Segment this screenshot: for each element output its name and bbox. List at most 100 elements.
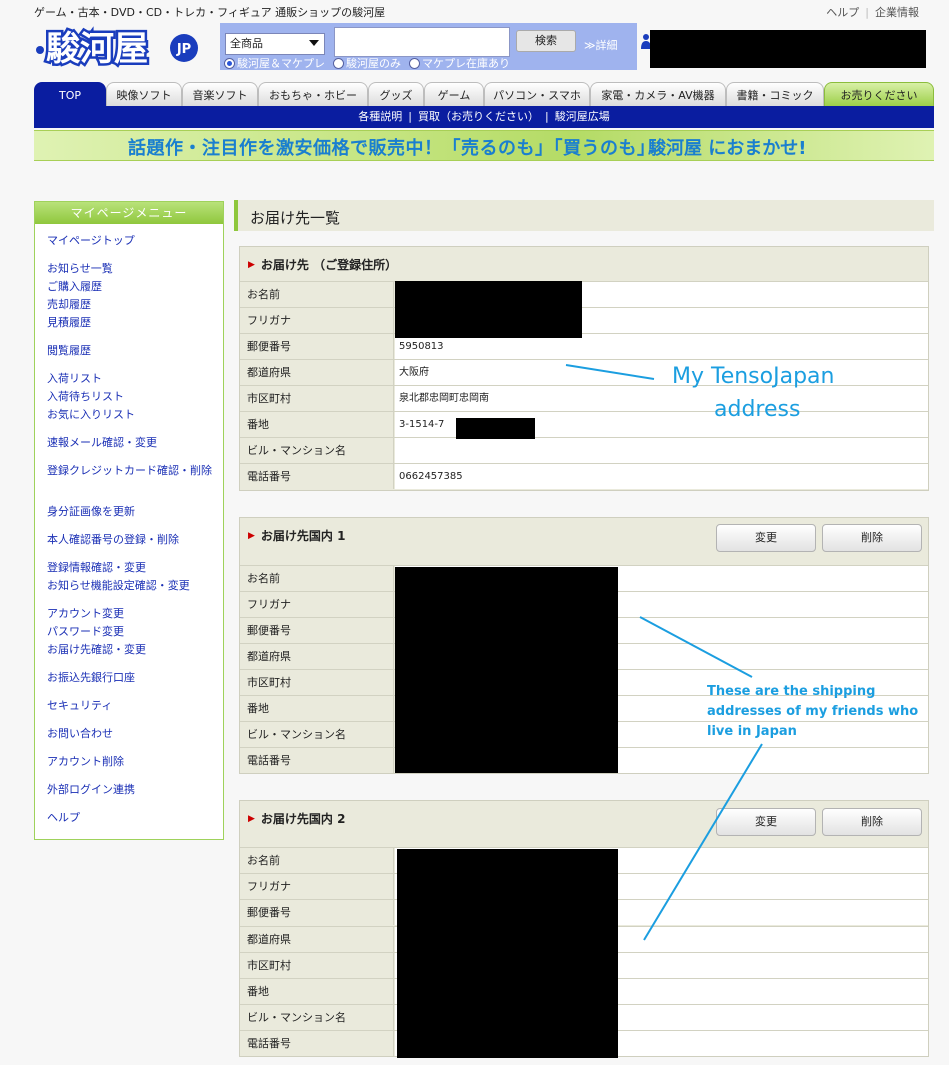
field-label: 市区町村: [240, 670, 394, 695]
field-label: フリガナ: [240, 308, 394, 333]
tab-books-comics[interactable]: 書籍・コミック: [726, 82, 824, 106]
field-label: 番地: [240, 979, 394, 1004]
sidebar-item-notices[interactable]: お知らせ一覧: [47, 262, 219, 275]
address-card-title: ▶ お届け先国内 2: [248, 812, 346, 826]
field-label: ビル・マンション名: [240, 1005, 394, 1030]
address-card-title: ▶ お届け先国内 1: [248, 529, 346, 543]
field-label: ビル・マンション名: [240, 438, 394, 463]
delete-address-button[interactable]: 削除: [822, 808, 922, 836]
redacted-address-2: [397, 849, 618, 1058]
triangle-bullet-icon: ▶: [248, 814, 255, 824]
tab-electronics[interactable]: 家電・カメラ・AV機器: [590, 82, 726, 106]
logo-suffix: JP: [176, 42, 191, 57]
promo-banner[interactable]: 話題作・注目作を激安価格で販売中！「売るのも」「買うのも」 駿河屋 におまかせ!: [34, 130, 934, 161]
sidebar-item-browse-history[interactable]: 閲覧履歴: [47, 344, 219, 357]
sidebar-item-password-change[interactable]: パスワード変更: [47, 625, 219, 638]
field-value: 大阪府: [395, 360, 928, 385]
mypage-sidebar: マイページメニュー マイページトップ お知らせ一覧 ご購入履歴 売却履歴 見積履…: [34, 201, 224, 840]
site-logo[interactable]: 駿河屋 JP: [34, 24, 200, 68]
help-link[interactable]: ヘルプ: [826, 6, 859, 19]
redacted-name: [395, 281, 582, 338]
field-value: 0662457385: [395, 464, 928, 489]
subnav-buyback[interactable]: 買取（お売りください）: [418, 110, 539, 123]
banner-brand: 駿河屋 におまかせ!: [648, 138, 807, 159]
tab-video[interactable]: 映像ソフト: [106, 82, 182, 106]
field-label: お名前: [240, 282, 394, 307]
sidebar-item-identity-number[interactable]: 本人確認番号の登録・削除: [47, 533, 219, 546]
field-label: お名前: [240, 566, 394, 591]
sidebar-item-external-login[interactable]: 外部ログイン連携: [47, 783, 219, 796]
sidebar-item-help[interactable]: ヘルプ: [47, 811, 219, 824]
field-label: 郵便番号: [240, 334, 394, 359]
sidebar-item-bank-account[interactable]: お振込先銀行口座: [47, 671, 219, 684]
field-label: 電話番号: [240, 748, 394, 773]
field-label: 市区町村: [240, 386, 394, 411]
sub-navigation: 各種説明 | 買取（お売りください） | 駿河屋広場: [34, 106, 934, 128]
sidebar-item-security[interactable]: セキュリティ: [47, 699, 219, 712]
category-select[interactable]: 全商品: [225, 33, 325, 55]
redacted-address-1: [395, 567, 618, 773]
tab-game[interactable]: ゲーム: [424, 82, 484, 106]
radio-checked-icon: [224, 57, 235, 69]
radio-unchecked-icon: [409, 57, 420, 69]
tab-top[interactable]: TOP: [34, 82, 106, 106]
sidebar-item-mypage-top[interactable]: マイページトップ: [47, 234, 219, 247]
field-label: 番地: [240, 412, 394, 437]
sidebar-item-credit-card[interactable]: 登録クレジットカード確認・削除: [47, 464, 219, 477]
radio-surugaya-only[interactable]: 駿河屋のみ: [333, 55, 401, 71]
sidebar-item-purchase-history[interactable]: ご購入履歴: [47, 280, 219, 293]
tab-sell[interactable]: お売りください: [824, 82, 934, 106]
annotation-friends-line3: live in Japan: [707, 724, 797, 739]
sidebar-item-contact[interactable]: お問い合わせ: [47, 727, 219, 740]
sidebar-item-account-change[interactable]: アカウント変更: [47, 607, 219, 620]
field-label: 電話番号: [240, 1031, 394, 1056]
search-button[interactable]: 検索: [516, 30, 576, 52]
tab-toys-hobby[interactable]: おもちゃ・ホビー: [258, 82, 368, 106]
address-card-domestic-2: ▶ お届け先国内 2 変更 削除 お名前 フリガナ 郵便番号 都道府県 市区町村 …: [239, 800, 929, 1058]
sidebar-item-sale-history[interactable]: 売却履歴: [47, 298, 219, 311]
address-card-domestic-1: ▶ お届け先国内 1 変更 削除 お名前 フリガナ 郵便番号 都道府県 市区町村 …: [239, 517, 929, 774]
logo-text: 駿河屋: [46, 29, 148, 68]
tab-pc-smartphone[interactable]: パソコン・スマホ: [484, 82, 590, 106]
page-title: お届け先一覧: [250, 209, 341, 227]
sidebar-item-alert-mail[interactable]: 速報メール確認・変更: [47, 436, 219, 449]
sidebar-item-notice-settings[interactable]: お知らせ機能設定確認・変更: [47, 579, 219, 592]
sidebar-item-id-image[interactable]: 身分証画像を更新: [47, 505, 219, 518]
delete-address-button[interactable]: 削除: [822, 524, 922, 552]
sidebar-item-arrival-list[interactable]: 入荷リスト: [47, 372, 219, 385]
chevron-down-icon: [309, 40, 319, 46]
field-label: ビル・マンション名: [240, 722, 394, 747]
field-label: 都道府県: [240, 360, 394, 385]
radio-marketplace-in-stock[interactable]: マケプレ在庫あり: [409, 55, 510, 71]
sidebar-item-quote-history[interactable]: 見積履歴: [47, 316, 219, 329]
search-input[interactable]: [334, 27, 510, 57]
subnav-guide[interactable]: 各種説明: [358, 110, 402, 123]
field-value: 泉北郡忠岡町忠岡南: [395, 386, 928, 411]
field-label: 番地: [240, 696, 394, 721]
category-tabs: TOP 映像ソフト 音楽ソフト おもちゃ・ホビー グッズ ゲーム パソコン・スマ…: [34, 82, 934, 106]
edit-address-button[interactable]: 変更: [716, 808, 816, 836]
sidebar-item-account-delete[interactable]: アカウント削除: [47, 755, 219, 768]
sidebar-item-shipping-addresses[interactable]: お届け先確認・変更: [47, 643, 219, 656]
redacted-street: [456, 418, 535, 439]
field-label: お名前: [240, 848, 394, 873]
field-value: [395, 438, 928, 463]
tab-goods[interactable]: グッズ: [368, 82, 424, 106]
field-row-street: 番地 3-1514-7: [240, 411, 928, 437]
subnav-plaza[interactable]: 駿河屋広場: [555, 110, 610, 123]
edit-address-button[interactable]: 変更: [716, 524, 816, 552]
field-row-phone: 電話番号 0662457385: [240, 463, 928, 489]
sidebar-item-favorites[interactable]: お気に入りリスト: [47, 408, 219, 421]
sidebar-item-waiting-list[interactable]: 入荷待ちリスト: [47, 390, 219, 403]
field-row-building: ビル・マンション名: [240, 437, 928, 463]
annotation-friends-line1: These are the shipping: [707, 684, 876, 699]
field-label: 郵便番号: [240, 618, 394, 643]
sidebar-item-registration-info[interactable]: 登録情報確認・変更: [47, 561, 219, 574]
advanced-search-link[interactable]: ≫詳細: [584, 37, 618, 53]
search-scope-radios: 駿河屋＆マケプレ 駿河屋のみ マケプレ在庫あり: [224, 55, 510, 71]
radio-surugaya-and-marketplace[interactable]: 駿河屋＆マケプレ: [224, 55, 325, 71]
tab-music[interactable]: 音楽ソフト: [182, 82, 258, 106]
company-link[interactable]: 企業情報: [875, 6, 919, 19]
field-label: フリガナ: [240, 592, 394, 617]
radio-unchecked-icon: [333, 57, 344, 69]
